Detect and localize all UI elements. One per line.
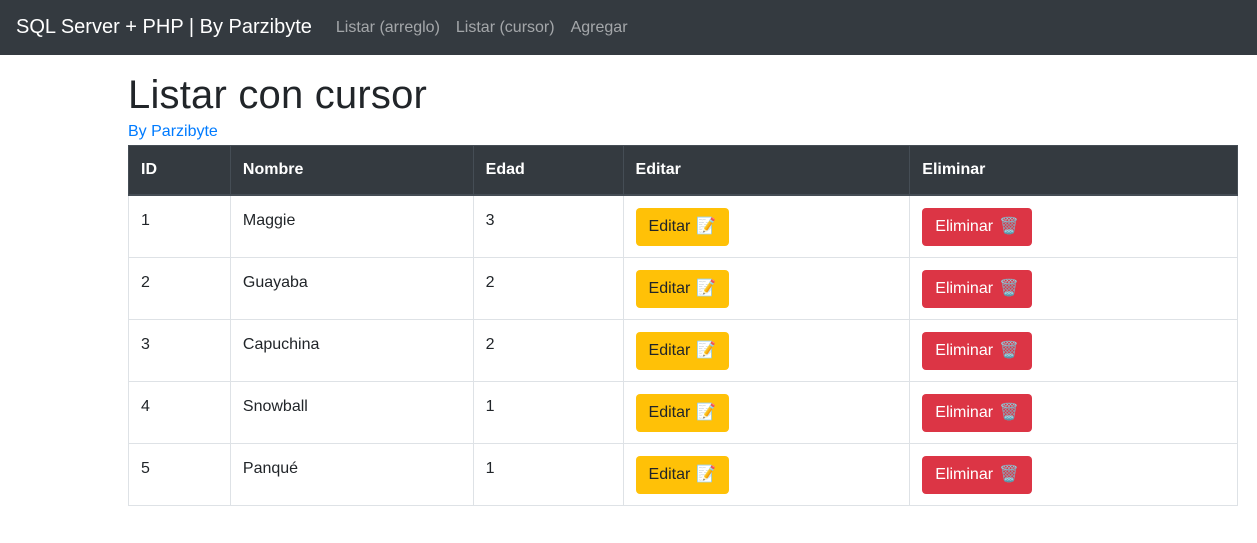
navbar-brand[interactable]: SQL Server + PHP | By Parzibyte	[16, 16, 312, 39]
header-edad: Edad	[472, 145, 624, 196]
cell-editar: Editar 📝	[622, 442, 911, 506]
cell-eliminar: Eliminar 🗑️	[909, 380, 1238, 444]
trash-icon: 🗑️	[999, 218, 1019, 235]
cell-edad: 1	[472, 380, 624, 444]
cell-id: 4	[128, 380, 231, 444]
edit-button[interactable]: Editar 📝	[635, 269, 730, 308]
table-row: 1 Maggie 3 Editar 📝 Eliminar 🗑️	[128, 194, 1238, 258]
data-table: ID Nombre Edad Editar Eliminar 1 Maggie 3 E…	[128, 145, 1238, 506]
header-eliminar: Eliminar	[909, 145, 1238, 196]
cell-editar: Editar 📝	[622, 318, 911, 382]
cell-editar: Editar 📝	[622, 194, 911, 258]
cell-id: 5	[128, 442, 231, 506]
table-row: 3 Capuchina 2 Editar 📝 Eliminar 🗑️	[128, 318, 1238, 382]
memo-icon: 📝	[696, 341, 717, 359]
cell-id: 1	[128, 194, 231, 258]
table-header-row: ID Nombre Edad Editar Eliminar	[128, 145, 1238, 196]
trash-icon: 🗑️	[999, 279, 1019, 297]
delete-button-label: Eliminar	[935, 403, 994, 421]
edit-button[interactable]: Editar 📝	[635, 208, 730, 246]
cell-eliminar: Eliminar 🗑️	[909, 318, 1238, 382]
edit-button[interactable]: Editar 📝	[635, 331, 730, 370]
memo-icon: 📝	[696, 465, 717, 483]
cell-id: 3	[128, 318, 231, 382]
table-row: 2 Guayaba 2 Editar 📝 Eliminar 🗑️	[128, 256, 1238, 320]
memo-icon: 📝	[696, 279, 717, 297]
delete-button-label: Eliminar	[935, 279, 994, 297]
cell-editar: Editar 📝	[622, 380, 911, 444]
memo-icon: 📝	[696, 403, 717, 421]
cell-editar: Editar 📝	[622, 256, 911, 320]
main-container: Listar con cursor By Parzibyte ID Nombre…	[128, 55, 1238, 506]
delete-button[interactable]: Eliminar 🗑️	[922, 331, 1032, 370]
delete-button-label: Eliminar	[935, 218, 994, 235]
delete-button[interactable]: Eliminar 🗑️	[922, 455, 1032, 494]
memo-icon: 📝	[696, 218, 717, 235]
header-editar: Editar	[622, 145, 911, 196]
cell-id: 2	[128, 256, 231, 320]
trash-icon: 🗑️	[999, 341, 1019, 359]
edit-button-label: Editar	[648, 279, 691, 297]
cell-eliminar: Eliminar 🗑️	[909, 442, 1238, 506]
page-title: Listar con cursor	[128, 73, 428, 117]
edit-button[interactable]: Editar 📝	[635, 455, 730, 494]
cell-nombre: Maggie	[229, 194, 474, 258]
edit-button-label: Editar	[648, 465, 691, 483]
cell-nombre: Guayaba	[229, 256, 474, 320]
delete-button[interactable]: Eliminar 🗑️	[922, 269, 1032, 308]
trash-icon: 🗑️	[999, 403, 1019, 421]
delete-button-label: Eliminar	[935, 341, 994, 359]
edit-button-label: Editar	[648, 403, 691, 421]
nav-link-agregar[interactable]: Agregar	[571, 19, 628, 37]
edit-button-label: Editar	[648, 341, 691, 359]
nav-link-listar-cursor[interactable]: Listar (cursor)	[456, 19, 555, 37]
cell-eliminar: Eliminar 🗑️	[909, 194, 1238, 258]
nav-link-listar-arreglo[interactable]: Listar (arreglo)	[336, 19, 440, 37]
delete-button[interactable]: Eliminar 🗑️	[922, 393, 1032, 432]
cell-nombre: Panqué	[229, 442, 474, 506]
edit-button[interactable]: Editar 📝	[635, 393, 730, 432]
delete-button-label: Eliminar	[935, 465, 994, 483]
cell-edad: 3	[472, 194, 624, 258]
cell-eliminar: Eliminar 🗑️	[909, 256, 1238, 320]
edit-button-label: Editar	[648, 218, 691, 235]
table-row: 4 Snowball 1 Editar 📝 Eliminar 🗑️	[128, 380, 1238, 444]
navbar: SQL Server + PHP | By Parzibyte Listar (…	[0, 0, 1257, 55]
cell-edad: 2	[472, 318, 624, 382]
cell-nombre: Snowball	[229, 380, 474, 444]
table-row: 5 Panqué 1 Editar 📝 Eliminar 🗑️	[128, 442, 1238, 506]
byline-link[interactable]: By Parzibyte	[128, 122, 1238, 142]
cell-edad: 1	[472, 442, 624, 506]
trash-icon: 🗑️	[999, 465, 1019, 483]
table-body: 1 Maggie 3 Editar 📝 Eliminar 🗑️ 2 Guayaba 2 Editar…	[128, 194, 1238, 506]
delete-button[interactable]: Eliminar 🗑️	[922, 208, 1032, 246]
cell-nombre: Capuchina	[229, 318, 474, 382]
header-nombre: Nombre	[229, 145, 474, 196]
cell-edad: 2	[472, 256, 624, 320]
header-id: ID	[128, 145, 231, 196]
